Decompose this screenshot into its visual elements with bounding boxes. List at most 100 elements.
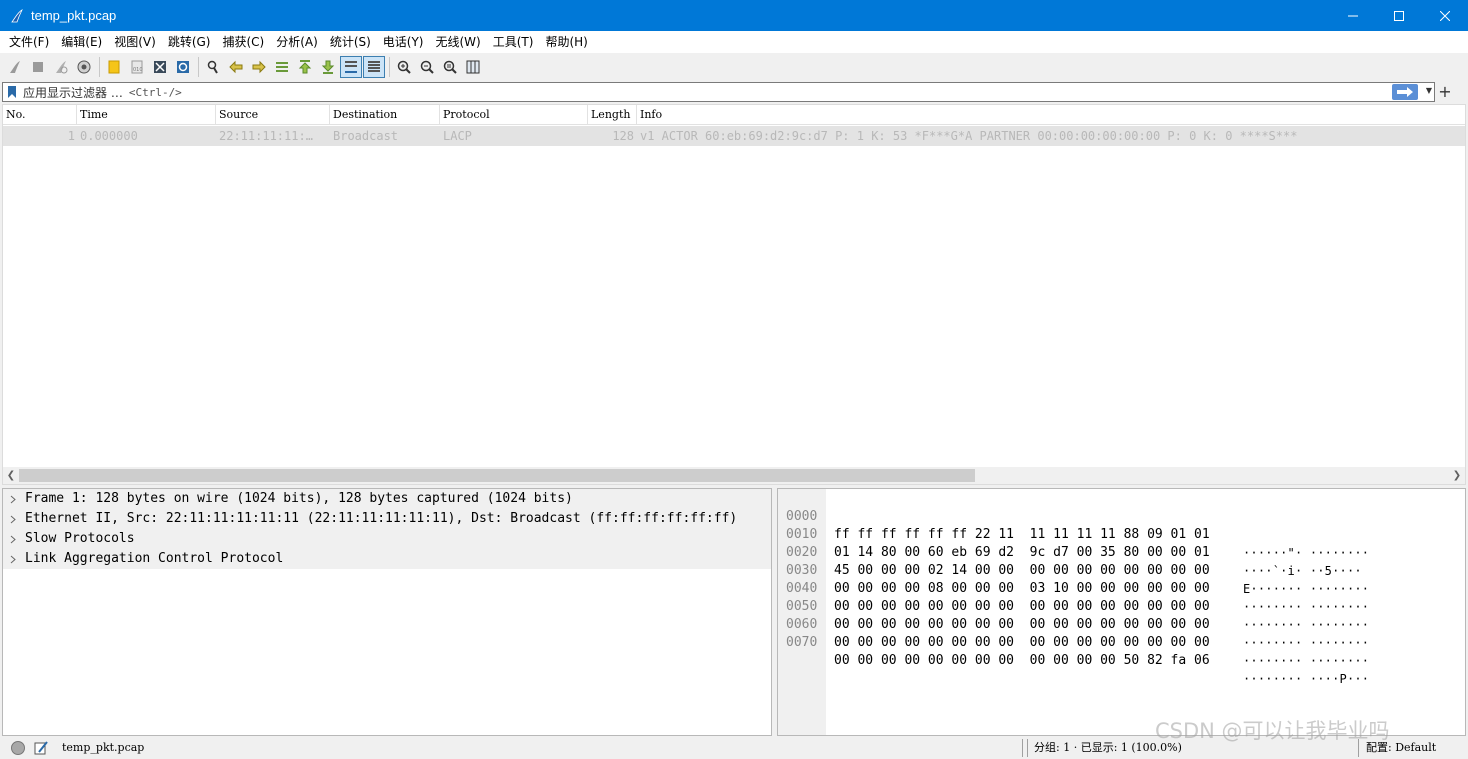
bytes-hex[interactable]: 00 00 00 00 00 00 00 00 00 00 00 00 50 8… xyxy=(834,652,1210,670)
packet-no: 1 xyxy=(67,129,75,143)
detail-row-lacp[interactable]: Link Aggregation Control Protocol xyxy=(3,549,771,569)
bytes-hex[interactable]: 00 00 00 00 08 00 00 00 03 10 00 00 00 0… xyxy=(834,580,1210,598)
go-first-icon xyxy=(298,60,312,74)
scroll-right-icon[interactable]: ❯ xyxy=(1449,467,1465,484)
bytes-ascii[interactable]: ········ ········ xyxy=(1243,616,1369,634)
menu-go[interactable]: 跳转(G) xyxy=(162,31,217,53)
bytes-hex[interactable]: 00 00 00 00 00 00 00 00 00 00 00 00 00 0… xyxy=(834,634,1210,652)
colorize-button[interactable] xyxy=(363,56,385,78)
detail-row-ethernet[interactable]: Ethernet II, Src: 22:11:11:11:11:11 (22:… xyxy=(3,509,771,529)
close-button[interactable] xyxy=(1422,0,1468,31)
packet-list[interactable]: No. Time Source Destination Protocol Len… xyxy=(2,104,1466,485)
chevron-right-icon[interactable] xyxy=(8,489,18,509)
go-to-packet-icon xyxy=(276,62,288,72)
normal-size-icon xyxy=(443,60,457,74)
chevron-right-icon[interactable] xyxy=(8,509,18,529)
reload-file-button[interactable] xyxy=(172,56,194,78)
scroll-thumb[interactable] xyxy=(19,469,975,482)
go-to-packet-button[interactable] xyxy=(271,56,293,78)
packet-list-header: No. Time Source Destination Protocol Len… xyxy=(3,105,1465,125)
maximize-button[interactable] xyxy=(1376,0,1422,31)
auto-scroll-icon xyxy=(345,61,357,73)
apply-filter-button[interactable] xyxy=(1392,84,1418,100)
capture-comment-icon[interactable] xyxy=(33,740,49,756)
status-separator xyxy=(1027,739,1028,757)
menu-analyze[interactable]: 分析(A) xyxy=(270,31,324,53)
menu-telephony[interactable]: 电话(Y) xyxy=(377,31,430,53)
bookmark-icon xyxy=(8,86,16,98)
chevron-right-icon[interactable] xyxy=(8,549,18,569)
zoom-out-icon xyxy=(420,60,434,74)
minimize-icon xyxy=(1348,15,1358,16)
auto-scroll-button[interactable] xyxy=(340,56,362,78)
bytes-ascii[interactable]: E······· ········ xyxy=(1243,580,1369,598)
minimize-button[interactable] xyxy=(1330,0,1376,31)
column-header-length[interactable]: Length xyxy=(588,105,637,125)
menu-help[interactable]: 帮助(H) xyxy=(539,31,593,53)
bytes-ascii[interactable]: ········ ········ xyxy=(1243,634,1369,652)
display-filter-bar[interactable]: 应用显示过滤器 … <Ctrl-/> ▼ xyxy=(2,82,1435,102)
go-back-button[interactable] xyxy=(225,56,247,78)
colorize-icon xyxy=(368,61,380,72)
close-file-button[interactable] xyxy=(149,56,171,78)
go-last-button[interactable] xyxy=(317,56,339,78)
go-first-button[interactable] xyxy=(294,56,316,78)
bytes-row: 0050 00 00 00 00 00 00 00 00 00 00 00 00… xyxy=(778,580,1369,650)
column-header-time[interactable]: Time xyxy=(77,105,216,125)
menu-tools[interactable]: 工具(T) xyxy=(487,31,540,53)
start-capture-icon xyxy=(10,61,20,73)
stop-capture-button[interactable] xyxy=(27,56,49,78)
menu-view[interactable]: 视图(V) xyxy=(108,31,162,53)
bytes-ascii[interactable]: ········ ····P··· xyxy=(1243,670,1369,688)
column-header-destination[interactable]: Destination xyxy=(330,105,440,125)
bytes-hex[interactable]: 00 00 00 00 00 00 00 00 00 00 00 00 00 0… xyxy=(834,616,1210,634)
capture-options-icon xyxy=(77,60,91,74)
chevron-right-icon[interactable] xyxy=(8,529,18,549)
bytes-hex[interactable]: 01 14 80 00 60 eb 69 d2 9c d7 00 35 80 0… xyxy=(834,544,1210,562)
open-file-button[interactable] xyxy=(103,56,125,78)
bytes-hex[interactable]: 00 00 00 00 00 00 00 00 00 00 00 00 00 0… xyxy=(834,598,1210,616)
detail-row-frame[interactable]: Frame 1: 128 bytes on wire (1024 bits), … xyxy=(3,489,771,509)
menu-statistics[interactable]: 统计(S) xyxy=(324,31,377,53)
bytes-ascii[interactable]: ········ ········ xyxy=(1243,598,1369,616)
menu-capture[interactable]: 捕获(C) xyxy=(216,31,270,53)
zoom-out-button[interactable] xyxy=(416,56,438,78)
go-forward-icon xyxy=(252,60,266,74)
restart-capture-button[interactable] xyxy=(50,56,72,78)
packet-bytes-pane[interactable]: 0000 ff ff ff ff ff ff 22 11 11 11 11 11… xyxy=(777,488,1466,736)
bytes-hex[interactable]: ff ff ff ff ff ff 22 11 11 11 11 11 88 0… xyxy=(834,526,1210,544)
go-forward-button[interactable] xyxy=(248,56,270,78)
packet-details-pane[interactable]: Frame 1: 128 bytes on wire (1024 bits), … xyxy=(2,488,772,736)
arrow-right-icon xyxy=(1397,87,1413,97)
detail-row-slow-protocols[interactable]: Slow Protocols xyxy=(3,529,771,549)
filter-history-dropdown[interactable]: ▼ xyxy=(1426,86,1432,95)
column-header-info[interactable]: Info xyxy=(637,105,1465,125)
bytes-ascii[interactable]: ········ ········ xyxy=(1243,652,1369,670)
save-file-button[interactable]: 010 xyxy=(126,56,148,78)
bytes-row: 0020 45 00 00 00 02 14 00 00 00 00 00 00… xyxy=(778,526,1369,596)
column-header-protocol[interactable]: Protocol xyxy=(440,105,588,125)
menu-edit[interactable]: 编辑(E) xyxy=(55,31,108,53)
resize-columns-button[interactable] xyxy=(462,56,484,78)
maximize-icon xyxy=(1394,10,1404,21)
filter-bookmark-button[interactable] xyxy=(5,83,19,101)
capture-options-button[interactable] xyxy=(73,56,95,78)
add-filter-button[interactable]: + xyxy=(1438,82,1452,102)
toolbar-separator xyxy=(389,57,390,77)
bytes-ascii[interactable]: ······"· ········ xyxy=(1243,544,1369,562)
expert-info-icon[interactable] xyxy=(10,740,26,756)
column-header-source[interactable]: Source xyxy=(216,105,330,125)
bytes-hex[interactable]: 45 00 00 00 02 14 00 00 00 00 00 00 00 0… xyxy=(834,562,1210,580)
detail-row-label: Link Aggregation Control Protocol xyxy=(25,551,284,566)
find-packet-button[interactable] xyxy=(202,56,224,78)
bytes-ascii[interactable]: ····`·i· ··5···· xyxy=(1243,562,1362,580)
packet-list-hscrollbar[interactable]: ❮ ❯ xyxy=(3,467,1465,484)
packet-row[interactable]: 1 0.000000 22:11:11:11:… Broadcast LACP … xyxy=(3,126,1465,146)
column-header-no[interactable]: No. xyxy=(3,105,77,125)
scroll-left-icon[interactable]: ❮ xyxy=(3,467,19,484)
zoom-in-button[interactable] xyxy=(393,56,415,78)
normal-size-button[interactable] xyxy=(439,56,461,78)
start-capture-button[interactable] xyxy=(4,56,26,78)
menu-wireless[interactable]: 无线(W) xyxy=(430,31,487,53)
menu-file[interactable]: 文件(F) xyxy=(3,31,55,53)
